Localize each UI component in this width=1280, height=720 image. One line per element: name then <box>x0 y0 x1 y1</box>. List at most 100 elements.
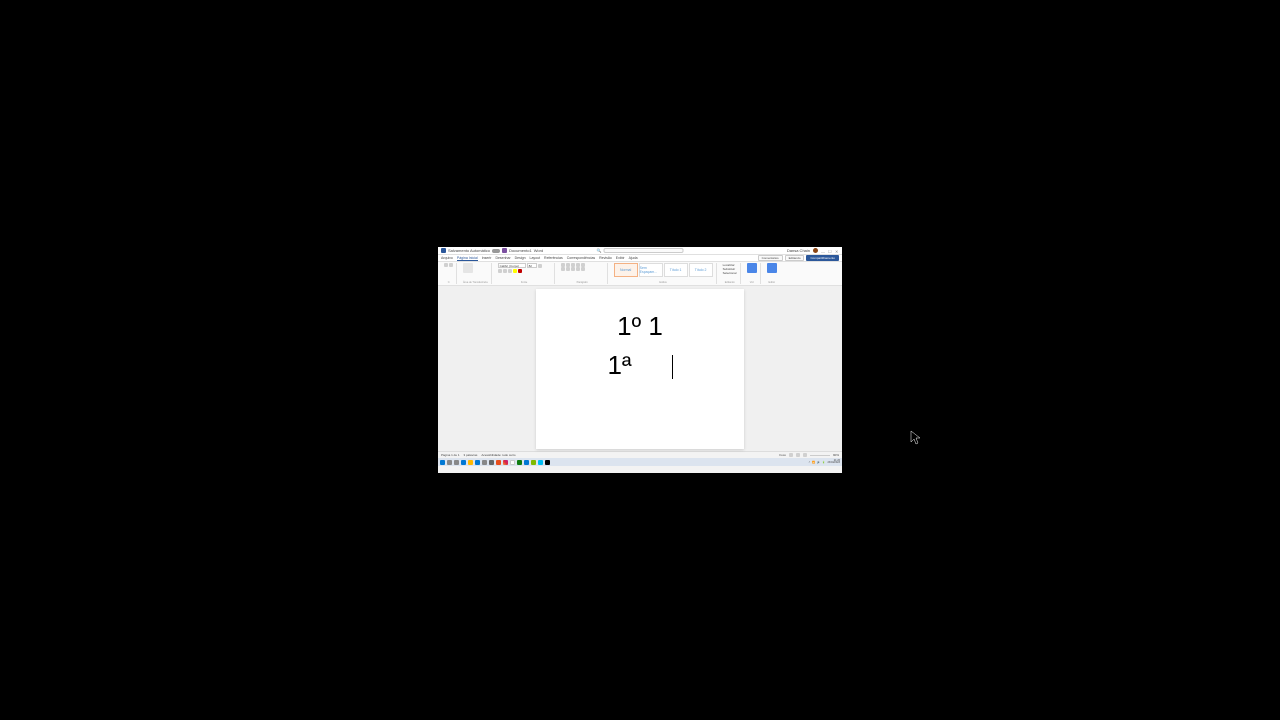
fg-style-titulo2[interactable]: Título 2 <box>689 263 713 277</box>
fg-search-icon[interactable] <box>447 460 452 465</box>
fg-maximize-icon[interactable]: ☐ <box>828 249 832 253</box>
fg-outlook-icon[interactable] <box>524 460 529 465</box>
fg-compartilhamento-button[interactable]: Compartilhamento <box>806 255 839 261</box>
fg-dictate-icon[interactable] <box>747 263 757 273</box>
fg-minimize-icon[interactable]: — <box>821 249 825 253</box>
fg-redo-icon[interactable] <box>449 263 453 267</box>
fg-document-area: 1º 1 1ª <box>438 286 842 451</box>
fg-save-icon[interactable] <box>502 248 507 253</box>
fg-tab-layout[interactable]: Layout <box>530 256 541 260</box>
fg-paragraph-group: Parágrafo <box>558 263 608 284</box>
fg-doc-name: Documento1 <box>509 248 532 253</box>
fg-zoom-level[interactable]: 90% <box>833 453 839 457</box>
fg-tab-correspondencias[interactable]: Correspondências <box>567 256 595 260</box>
fg-align-center-icon[interactable] <box>566 267 570 271</box>
fg-font-group: Calibri (Corpo) 82 Fonte <box>495 263 555 284</box>
fg-font-color-icon[interactable] <box>518 269 522 273</box>
fg-editando-button[interactable]: Editando <box>785 255 805 261</box>
fg-voice-group: Voz <box>744 263 761 284</box>
fg-store-icon[interactable] <box>482 460 487 465</box>
fg-focus-button[interactable]: Foco <box>779 453 786 457</box>
black-bar-left <box>0 0 438 720</box>
black-bar-bottom <box>438 473 842 720</box>
doc-line-2: 1ª <box>566 346 714 385</box>
fg-italic-icon[interactable] <box>503 269 507 273</box>
fg-ribbon: ⟲ Área de Transferência Calibri (Corpo) … <box>438 262 842 286</box>
foreground-word-window: Salvamento Automático Documento1 Word 🔍 … <box>438 247 842 473</box>
fg-tab-pagina-inicial[interactable]: Página Inicial <box>457 256 478 261</box>
fg-close-icon[interactable]: ✕ <box>835 249 839 253</box>
fg-editor-icon[interactable] <box>767 263 777 273</box>
fg-autosave-label: Salvamento Automático <box>448 248 490 253</box>
fg-highlight-icon[interactable] <box>513 269 517 273</box>
fg-font-size[interactable]: 82 <box>527 263 537 268</box>
fg-chrome-icon[interactable] <box>510 460 515 465</box>
text-cursor <box>672 355 673 379</box>
fg-bold-icon[interactable] <box>498 269 502 273</box>
fg-wifi-icon[interactable]: 📶 <box>812 461 815 464</box>
fg-align-right-icon[interactable] <box>571 267 575 271</box>
fg-tray-chevron-icon[interactable]: ˄ <box>809 461 810 464</box>
fg-paste-icon[interactable] <box>463 263 473 273</box>
fg-tab-desenhar[interactable]: Desenhar <box>495 256 510 260</box>
fg-undo-icon[interactable] <box>444 263 448 267</box>
fg-read-mode-icon[interactable] <box>789 453 793 457</box>
fg-tab-exibir[interactable]: Exibir <box>616 256 625 260</box>
fg-style-sem-esp[interactable]: Sem Espaçam... <box>639 263 663 277</box>
fg-comentarios-button[interactable]: Comentários <box>758 255 783 261</box>
fg-style-normal[interactable]: Normal <box>614 263 638 277</box>
fg-clipboard-group: Área de Transferência <box>460 263 492 284</box>
fg-word-count[interactable]: 3 palavras <box>464 453 478 457</box>
fg-tab-design[interactable]: Design <box>515 256 526 260</box>
fg-document-page[interactable]: 1º 1 1ª <box>536 289 744 449</box>
fg-accessibility[interactable]: Acessibilidade: tudo certo <box>481 453 515 457</box>
fg-style-titulo1[interactable]: Título 1 <box>664 263 688 277</box>
fg-underline-icon[interactable] <box>508 269 512 273</box>
fg-tab-arquivo[interactable]: Arquivo <box>441 256 453 260</box>
fg-taskview-icon[interactable] <box>454 460 459 465</box>
fg-shading-icon[interactable] <box>581 267 585 271</box>
fg-explorer-icon[interactable] <box>468 460 473 465</box>
fg-web-layout-icon[interactable] <box>803 453 807 457</box>
fg-mail-icon[interactable] <box>496 460 501 465</box>
fg-avatar[interactable] <box>813 248 818 253</box>
fg-edge-icon[interactable] <box>475 460 480 465</box>
fg-zoom-slider[interactable] <box>810 455 830 456</box>
fg-app2-icon[interactable] <box>538 460 543 465</box>
fg-instagram-icon[interactable] <box>503 460 508 465</box>
fg-styles-group: Normal Sem Espaçam... Título 1 Título 2 … <box>611 263 717 284</box>
fg-search-input[interactable] <box>603 248 683 253</box>
fg-align-left-icon[interactable] <box>561 267 565 271</box>
fg-user-name: Dansa Chain <box>787 248 810 253</box>
fg-app1-icon[interactable] <box>531 460 536 465</box>
fg-tab-inserir[interactable]: Inserir <box>482 256 492 260</box>
fg-select-button[interactable]: Selecionar <box>723 271 737 275</box>
fg-chat-icon[interactable] <box>461 460 466 465</box>
fg-word-icon <box>441 248 446 253</box>
fg-tab-referencias[interactable]: Referências <box>544 256 563 260</box>
fg-grow-font-icon[interactable] <box>538 264 542 268</box>
black-bar-top <box>438 0 842 247</box>
fg-app3-icon[interactable] <box>545 460 550 465</box>
fg-xbox-icon[interactable] <box>517 460 522 465</box>
fg-editor-group: Editor <box>764 263 780 284</box>
fg-page-count[interactable]: Página 1 de 1 <box>441 453 460 457</box>
fg-undo-group: ⟲ <box>441 263 457 284</box>
fg-print-layout-icon[interactable] <box>796 453 800 457</box>
fg-volume-icon[interactable]: 🔊 <box>817 461 820 464</box>
black-bar-right <box>842 0 1280 720</box>
fg-ribbon-tabs: Arquivo Página Inicial Inserir Desenhar … <box>438 255 842 262</box>
fg-clock[interactable]: 21:26 23/04/2023 <box>827 460 840 465</box>
fg-settings-icon[interactable] <box>489 460 494 465</box>
fg-justify-icon[interactable] <box>576 267 580 271</box>
fg-tab-ajuda[interactable]: Ajuda <box>629 256 638 260</box>
fg-autosave-toggle[interactable] <box>492 249 500 253</box>
fg-start-button[interactable] <box>440 460 445 465</box>
fg-battery-icon[interactable]: 🔋 <box>822 461 825 464</box>
fg-tab-revisao[interactable]: Revisão <box>599 256 612 260</box>
fg-titlebar: Salvamento Automático Documento1 Word 🔍 … <box>438 247 842 255</box>
fg-taskbar: ˄ 📶 🔊 🔋 21:26 23/04/2023 <box>438 458 842 466</box>
fg-search-icon: 🔍 <box>597 248 602 253</box>
fg-font-name[interactable]: Calibri (Corpo) <box>498 263 526 268</box>
fg-statusbar: Página 1 de 1 3 palavras Acessibilidade:… <box>438 451 842 458</box>
